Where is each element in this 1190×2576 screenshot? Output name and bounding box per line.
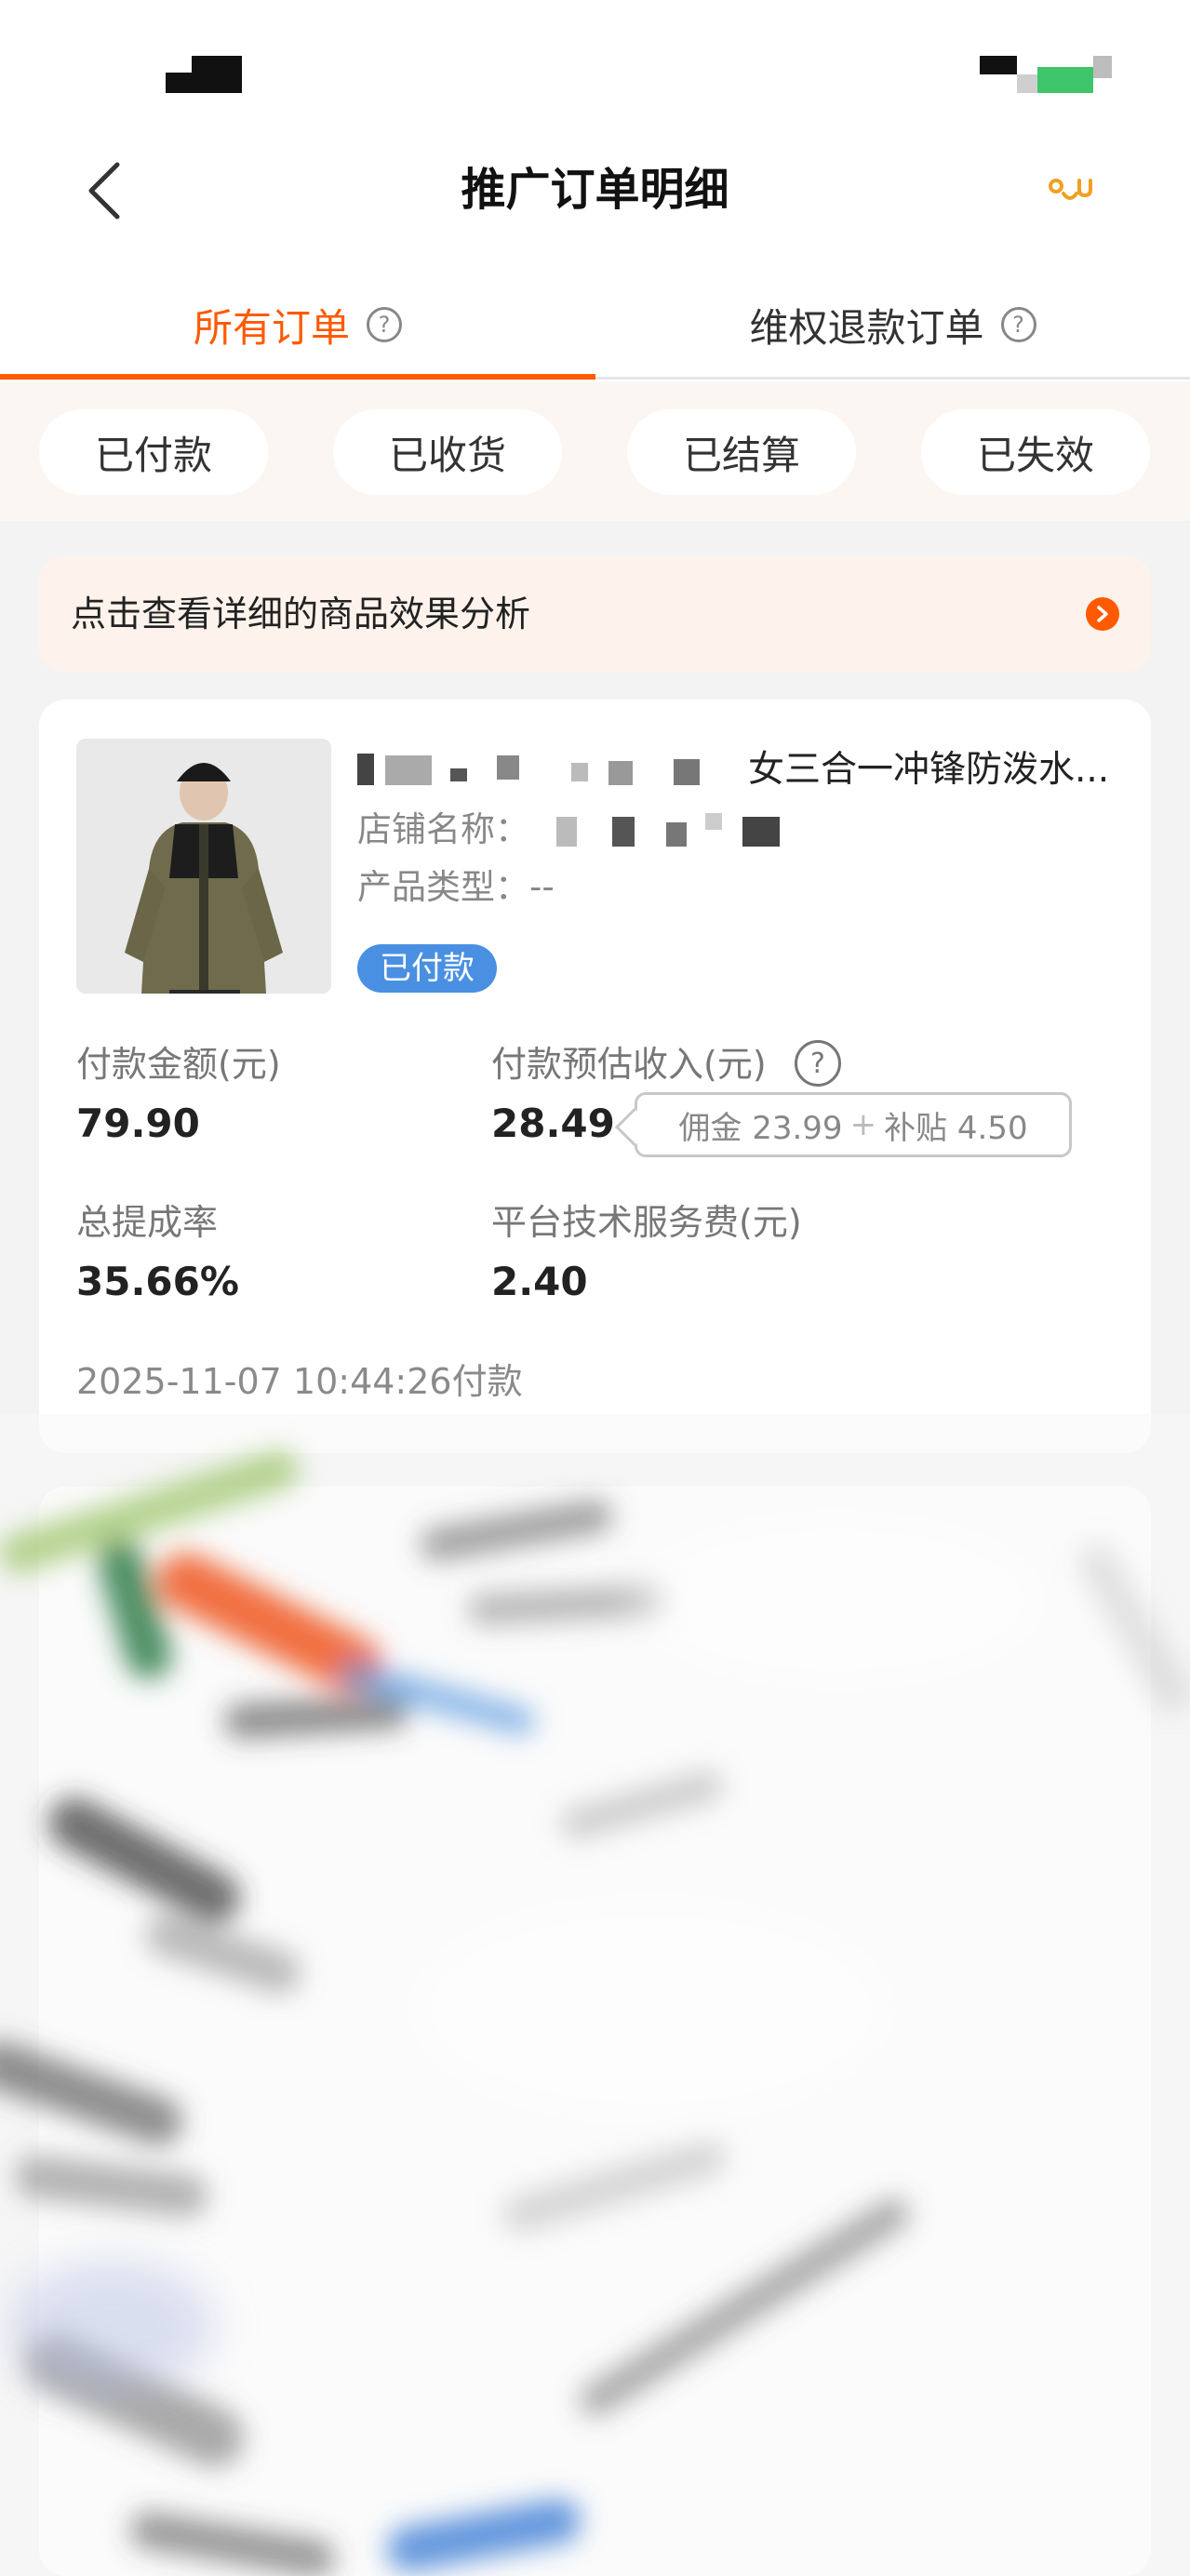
plus-sign: + (849, 1106, 877, 1143)
tab-all-orders-label: 所有订单 (193, 304, 350, 351)
product-title-line: 女三合一冲锋防泼水... (357, 742, 1120, 798)
product-type-value: -- (529, 867, 555, 907)
help-icon[interactable]: ? (795, 1040, 841, 1087)
battery-icon (1037, 67, 1093, 93)
status-bar-time-redacted (166, 56, 242, 93)
income-breakdown-tooltip: 佣金 23.99 + 补贴 4.50 (635, 1092, 1072, 1157)
product-title: 女三合一冲锋防泼水... (748, 749, 1110, 791)
product-image (76, 739, 331, 994)
tab-all-orders[interactable]: 所有订单 ? (0, 270, 595, 380)
pay-amount-value: 79.90 (76, 1101, 200, 1146)
wifi-icon (1017, 74, 1037, 93)
service-fee-label: 平台技术服务费(元) (491, 1202, 802, 1243)
active-tab-indicator (0, 374, 595, 380)
chevron-right-icon (1086, 597, 1119, 631)
shop-name-row: 店铺名称： (357, 804, 529, 856)
order-card[interactable]: 女三合一冲锋防泼水... 店铺名称： 产品类型：-- 已付款 付款金额(元) 7… (39, 700, 1151, 1453)
product-type-row: 产品类型：-- (357, 861, 555, 914)
status-bar (0, 0, 1190, 130)
status-filter-bar: 已付款 已收货 已结算 已失效 (0, 381, 1190, 521)
banner-text: 点击查看详细的商品效果分析 (71, 594, 531, 634)
pay-amount-label: 付款金额(元) (76, 1044, 281, 1085)
help-icon[interactable]: ? (1000, 307, 1036, 342)
commission-rate-value: 35.66% (76, 1259, 239, 1304)
status-badge: 已付款 (357, 944, 497, 993)
shop-name-redacted (556, 813, 836, 850)
shop-name-label: 店铺名称： (357, 809, 529, 849)
navigation-bar: 推广订单明细 (0, 130, 1190, 251)
filter-settled[interactable]: 已结算 (627, 409, 856, 495)
tab-refund-orders-label: 维权退款订单 (749, 304, 984, 351)
order-detail-page: 推广订单明细 所有订单 ? 维权退款订单 ? 已付款 已收货 已结算 已失效 点… (0, 0, 1190, 2576)
customer-service-icon (1049, 179, 1092, 200)
filter-paid[interactable]: 已付款 (39, 409, 268, 495)
status-indicator-icon (1093, 56, 1112, 78)
estimated-income-value: 28.49 (491, 1101, 615, 1146)
commission-rate-label: 总提成率 (76, 1202, 219, 1243)
filter-invalid[interactable]: 已失效 (921, 409, 1150, 495)
signal-icon (980, 56, 1017, 74)
product-title-redacted (357, 750, 746, 791)
scribble-redaction (0, 1414, 1190, 2576)
subsidy-detail: 补贴 4.50 (884, 1109, 1028, 1147)
help-icon[interactable]: ? (367, 307, 402, 342)
tab-refund-orders[interactable]: 维权退款订单 ? (595, 270, 1190, 380)
estimated-income-label: 付款预估收入(元) (491, 1044, 767, 1085)
customer-service-button[interactable] (1042, 167, 1098, 214)
service-fee-value: 2.40 (491, 1259, 588, 1304)
page-title: 推广订单明细 (461, 164, 729, 216)
product-type-label: 产品类型： (357, 867, 529, 907)
order-tabs: 所有订单 ? 维权退款订单 ? (0, 270, 1190, 380)
filter-received[interactable]: 已收货 (333, 409, 562, 495)
product-analysis-banner[interactable]: 点击查看详细的商品效果分析 (39, 556, 1151, 672)
commission-detail: 佣金 23.99 (678, 1109, 843, 1147)
payment-timestamp: 2025-11-07 10:44:26付款 (76, 1361, 523, 1402)
